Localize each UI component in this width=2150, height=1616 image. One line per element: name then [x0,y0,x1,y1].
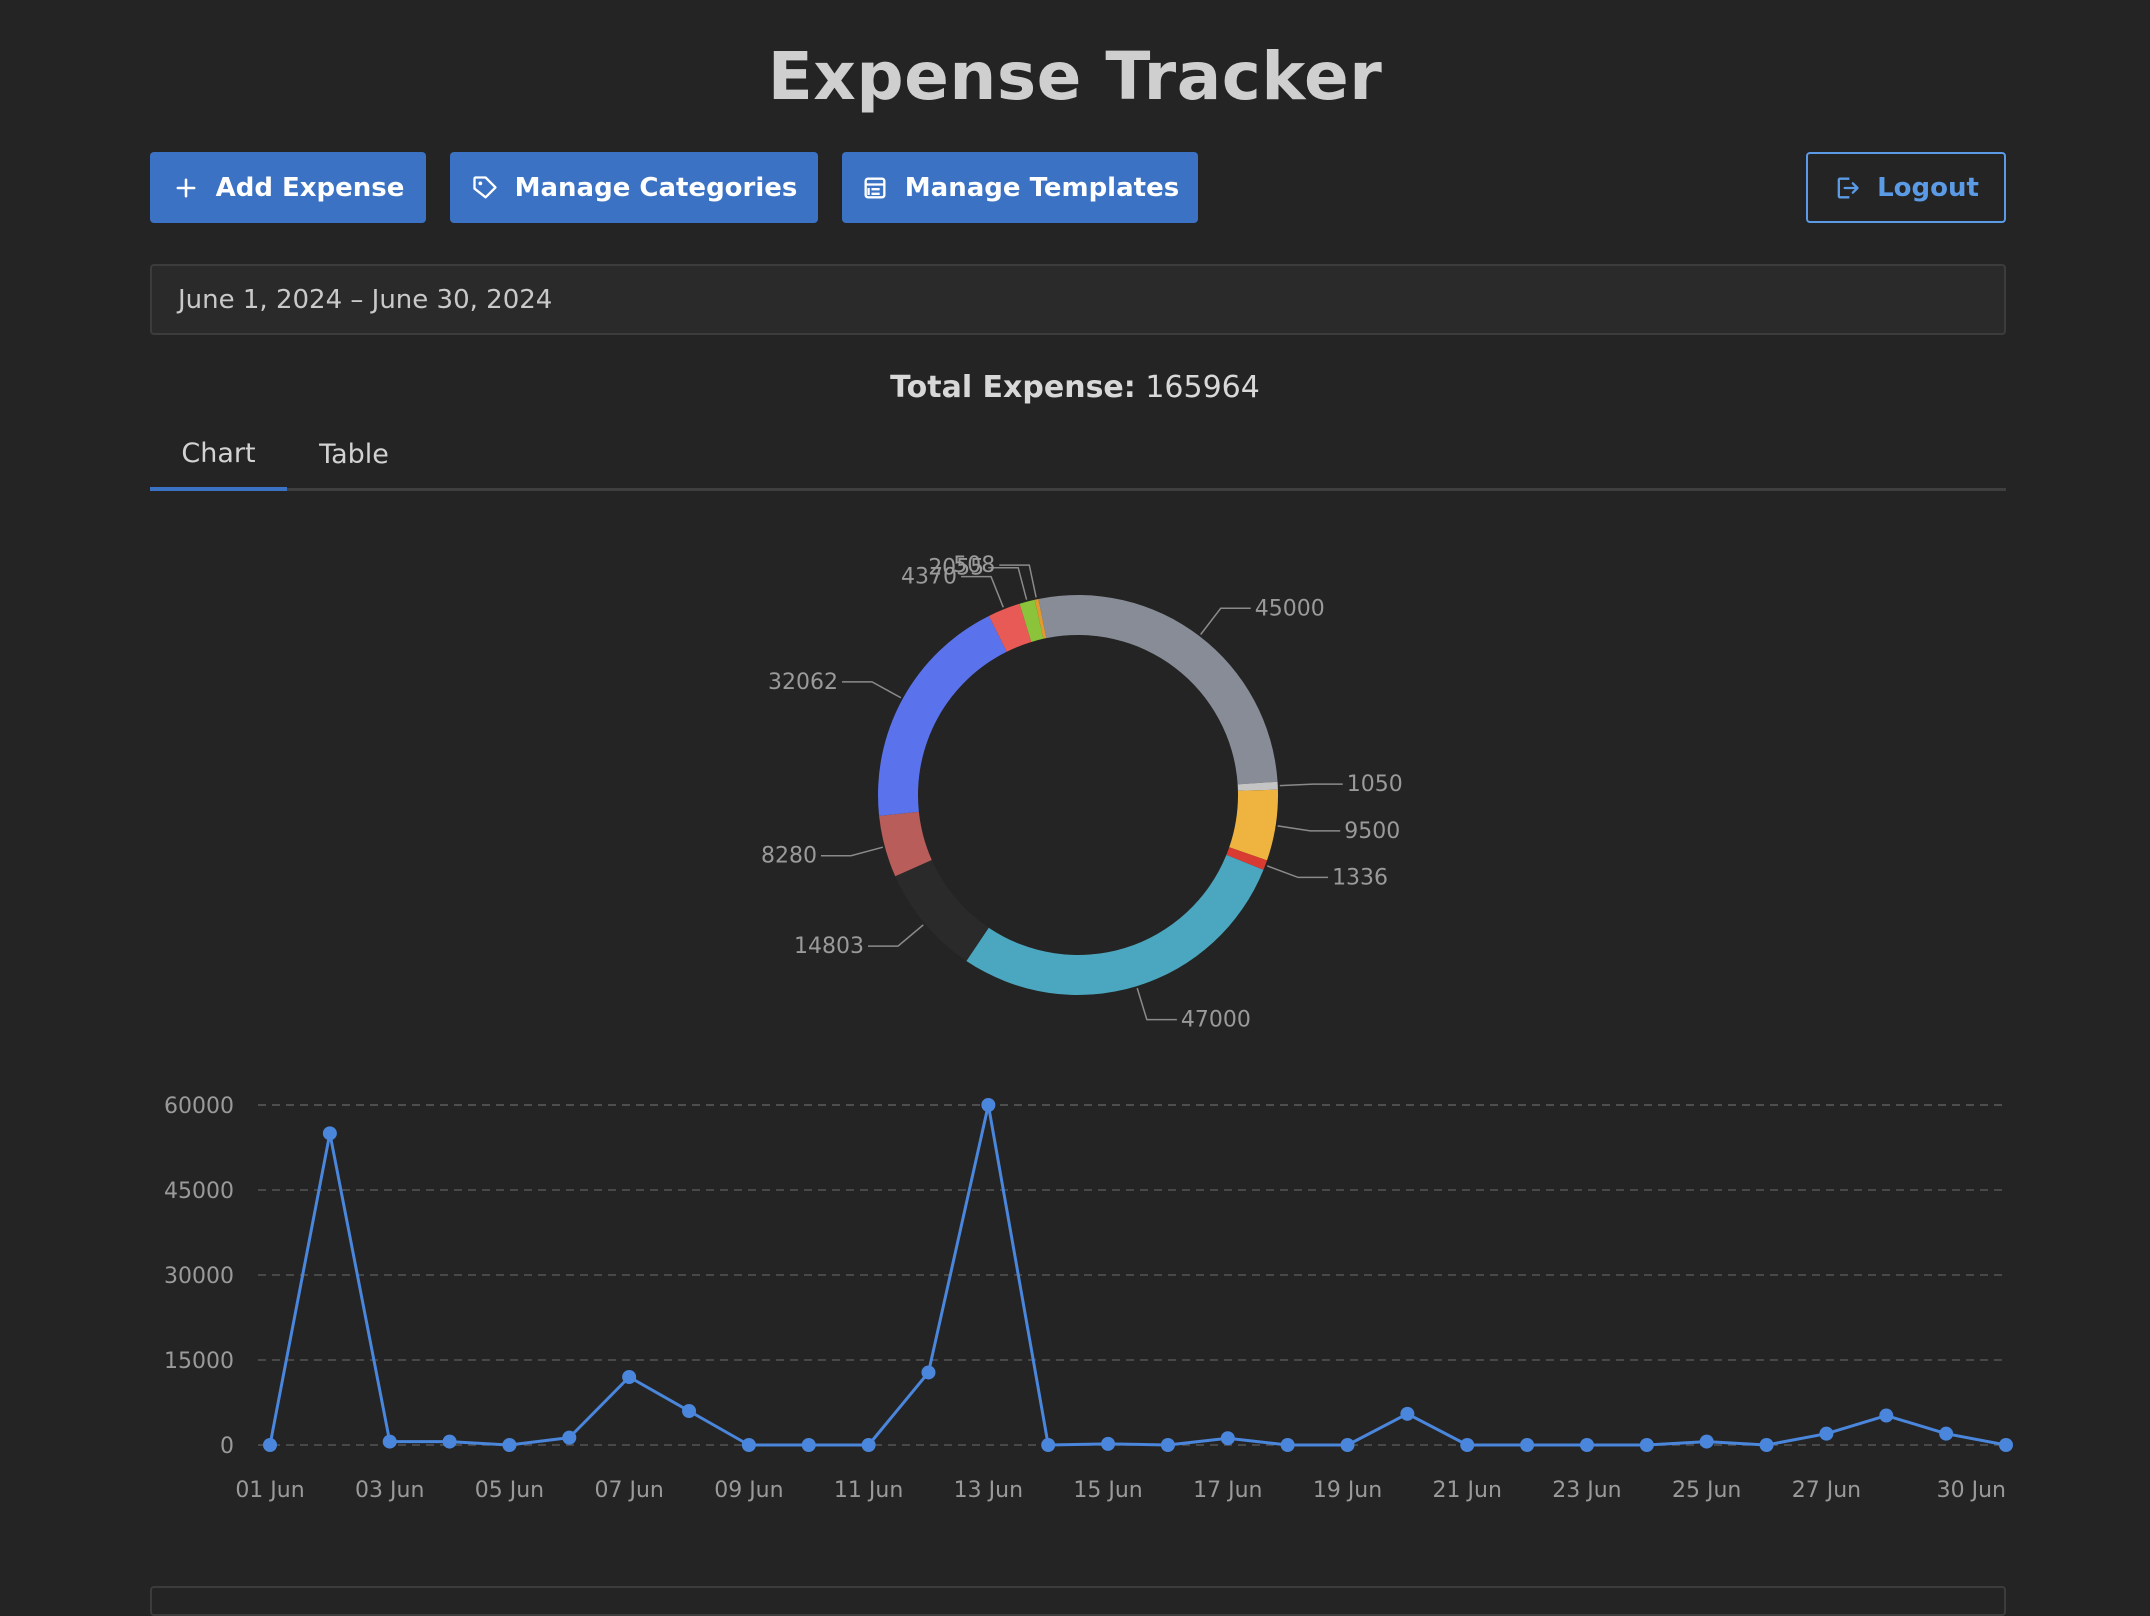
y-tick-label: 30000 [164,1264,234,1289]
plus-icon [176,178,196,197]
donut-label-line [842,681,902,699]
donut-label-line [820,846,884,857]
x-tick-label: 25 Jun [1672,1478,1741,1503]
donut-slice[interactable] [1229,789,1278,861]
data-point[interactable] [263,1438,277,1452]
donut-slice[interactable] [1038,595,1278,785]
donut-label-line [1279,783,1343,787]
manage-templates-label: Manage Templates [904,172,1180,203]
data-point[interactable] [1160,1438,1175,1452]
category-donut-chart: 4500010509500133647000148038280320624370… [761,553,1403,1033]
manage-templates-button[interactable]: Manage Templates [842,152,1198,223]
y-tick-label: 15000 [164,1349,234,1374]
data-point[interactable] [801,1438,816,1452]
data-point[interactable] [1879,1408,1894,1423]
donut-slice[interactable] [878,615,1007,816]
view-tabs: Chart Table [150,420,2006,491]
toolbar: Add Expense Manage Categories Manage Tem… [150,152,2006,223]
total-expense: Total Expense: 165964 [0,370,2150,405]
donut-label-line [1266,865,1329,879]
data-point[interactable] [1220,1431,1235,1446]
x-tick-label: 23 Jun [1552,1478,1621,1503]
total-expense-value: 165964 [1145,370,1260,405]
data-point[interactable] [562,1430,577,1445]
data-point[interactable] [442,1434,457,1449]
bottom-panel [150,1586,2006,1616]
donut-value-label: 32062 [768,670,838,695]
data-point[interactable] [1460,1438,1475,1452]
data-point[interactable] [1280,1438,1295,1452]
data-point[interactable] [1101,1436,1116,1451]
data-point[interactable] [1759,1438,1774,1452]
data-point[interactable] [1340,1438,1355,1452]
data-point[interactable] [1939,1426,1954,1441]
page-title: Expense Tracker [767,38,1383,115]
donut-value-label: 508 [953,553,995,578]
add-expense-label: Add Expense [215,172,405,203]
data-point[interactable] [1041,1438,1056,1452]
x-tick-label: 15 Jun [1073,1478,1142,1503]
data-point[interactable] [382,1434,397,1449]
data-point[interactable] [1639,1438,1654,1452]
donut-value-label: 47000 [1181,1008,1251,1033]
x-tick-label: 05 Jun [475,1478,544,1503]
y-tick-label: 45000 [164,1179,234,1204]
y-tick-label: 0 [220,1434,234,1459]
y-tick-label: 60000 [164,1094,234,1119]
logout-button[interactable]: Logout [1806,152,2006,223]
donut-label-line [868,924,924,947]
daily-expense-line-chart: 0 15000 30000 45000 60000 01 Jun 03 Jun 05 Jun 0… [164,1094,2013,1503]
x-tick-label: 19 Jun [1313,1478,1382,1503]
data-point[interactable] [1400,1406,1415,1421]
data-point[interactable] [741,1438,756,1452]
data-point[interactable] [1999,1438,2013,1452]
data-point[interactable] [1699,1434,1714,1449]
x-tick-label: 01 Jun [235,1478,304,1503]
x-tick-label: 30 Jun [1937,1478,2006,1503]
donut-slice[interactable] [966,854,1264,995]
x-tick-label: 11 Jun [834,1478,903,1503]
date-range-picker[interactable]: June 1, 2024 – June 30, 2024 [150,264,2006,335]
data-point[interactable] [682,1404,697,1418]
x-tick-label: 21 Jun [1433,1478,1502,1503]
tab-table[interactable]: Table [287,420,421,488]
data-point[interactable] [622,1370,637,1384]
x-tick-label: 03 Jun [355,1478,424,1503]
tab-chart[interactable]: Chart [150,420,287,491]
donut-value-label: 1050 [1347,772,1403,797]
x-tick-label: 13 Jun [954,1478,1023,1503]
x-tick-label: 17 Jun [1193,1478,1262,1503]
total-expense-label: Total Expense: [890,370,1136,405]
donut-label-line [1200,607,1251,635]
x-tick-label: 09 Jun [714,1478,783,1503]
donut-value-label: 45000 [1255,596,1325,621]
donut-label-line [961,575,1004,608]
data-point[interactable] [1520,1438,1535,1452]
donut-label-line [999,564,1037,598]
donut-value-label: 9500 [1344,819,1400,844]
data-point[interactable] [1579,1438,1594,1452]
donut-value-label: 1336 [1332,865,1388,890]
data-point[interactable] [921,1365,936,1380]
manage-categories-label: Manage Categories [514,172,798,203]
data-point[interactable] [322,1126,337,1141]
x-tick-label: 27 Jun [1792,1478,1861,1503]
template-icon [864,177,886,198]
add-expense-button[interactable]: Add Expense [150,152,426,223]
data-point[interactable] [1819,1426,1834,1441]
logout-label: Logout [1877,172,1979,203]
x-tick-label: 07 Jun [594,1478,663,1503]
donut-label-line [1136,987,1177,1021]
data-point[interactable] [981,1098,996,1112]
donut-value-label: 8280 [761,844,817,869]
donut-slice[interactable] [895,859,989,961]
manage-categories-button[interactable]: Manage Categories [450,152,818,223]
date-range-value: June 1, 2024 – June 30, 2024 [178,284,553,315]
donut-value-label: 14803 [794,934,864,959]
data-point[interactable] [861,1438,876,1452]
logout-icon [1837,177,1859,198]
donut-label-line [1277,825,1341,832]
data-point[interactable] [502,1438,517,1452]
tag-icon [472,175,497,198]
